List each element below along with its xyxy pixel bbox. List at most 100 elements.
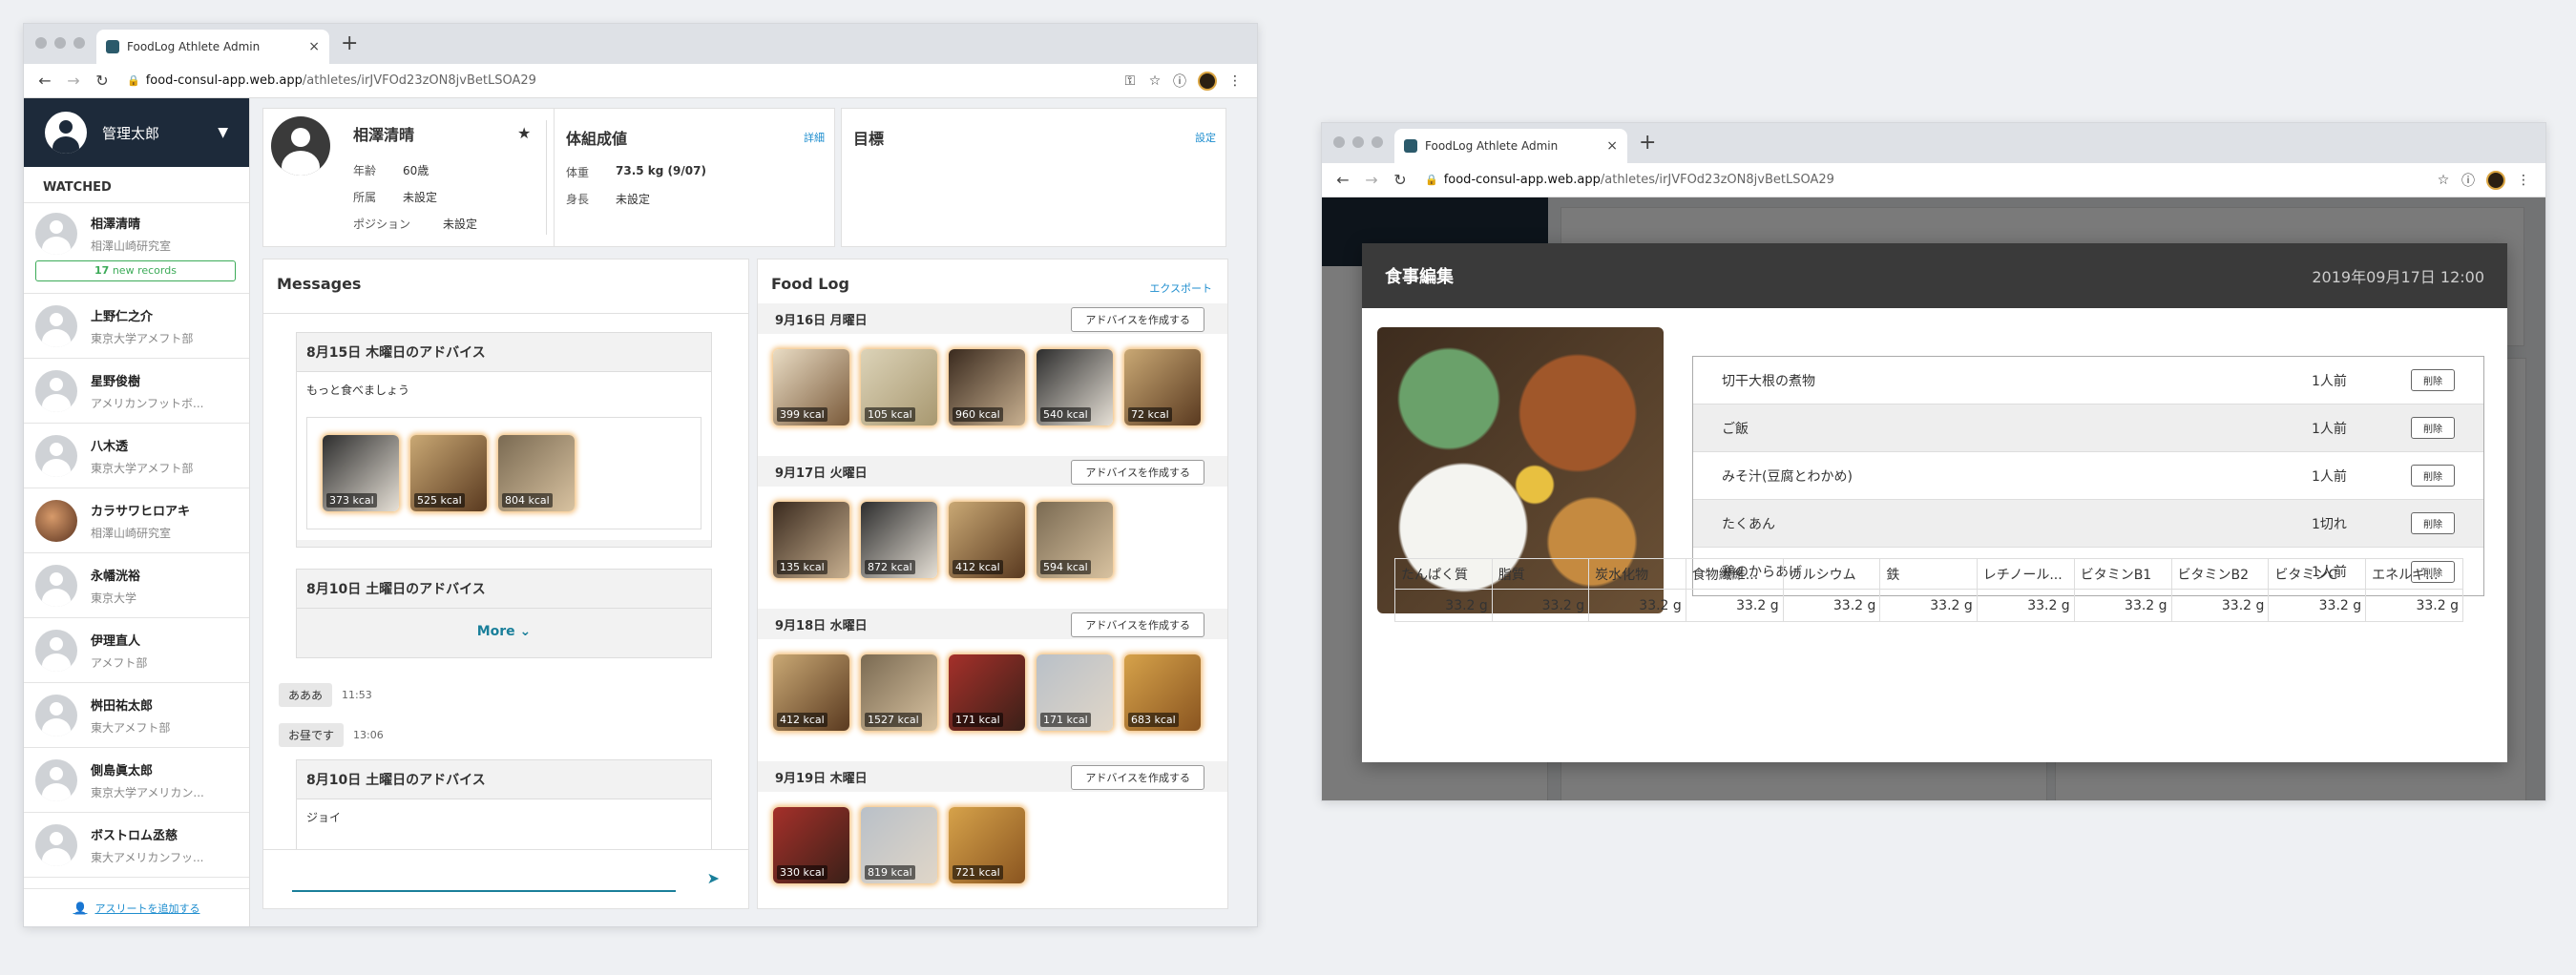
meal-item-qty[interactable]: 1人前 (2312, 419, 2411, 438)
delete-button[interactable]: 削除 (2411, 369, 2455, 391)
modal-header: 食事編集 2019年09月17日 12:00 (1362, 243, 2507, 308)
athlete-list: 相澤清晴 相澤山崎研究室 17 new records 上野仁之介 東京大学アメ… (24, 203, 249, 878)
delete-button[interactable]: 削除 (2411, 512, 2455, 534)
send-icon[interactable]: ➤ (707, 869, 720, 887)
add-athlete-link[interactable]: 👤 アスリートを追加する (24, 888, 249, 926)
browser-tab[interactable]: FoodLog Athlete Admin × (1394, 129, 1627, 163)
tab-title: FoodLog Athlete Admin (127, 40, 261, 53)
browser-tab[interactable]: FoodLog Athlete Admin × (96, 30, 329, 64)
athlete-list-item[interactable]: 伊理直人 アメフト部 (24, 618, 249, 683)
athlete-list-item[interactable]: 側島眞太郎 東京大学アメリカン... (24, 748, 249, 813)
meal-photo-thumb[interactable]: 399 kcal (773, 349, 849, 425)
reload-icon[interactable]: ↻ (1389, 171, 1412, 189)
meal-photo-thumb[interactable]: 412 kcal (773, 654, 849, 731)
delete-button[interactable]: 削除 (2411, 417, 2455, 439)
export-link[interactable]: エクスポート (1149, 280, 1212, 296)
athlete-org: 東京大学アメリカン... (91, 785, 204, 799)
reload-icon[interactable]: ↻ (91, 72, 114, 90)
menu-icon[interactable]: ⋮ (1223, 73, 1247, 89)
back-icon[interactable]: ← (33, 72, 56, 90)
athlete-list-item[interactable]: 永幡洸裕 東京大学 (24, 553, 249, 618)
athlete-list-item[interactable]: 相澤清晴 相澤山崎研究室 17 new records (24, 203, 249, 294)
url-field[interactable]: 🔒 food-consul-app.web.app /athletes/irJV… (1425, 173, 2431, 187)
goal-card: 目標 設定 (841, 108, 1226, 247)
kcal-label: 171 kcal (953, 713, 1003, 727)
nutrition-table: たんぱく質 脂質 炭水化物 食物繊維... カルシウム鉄レチノール... ビタミンB1 ビタ… (1394, 558, 2463, 622)
goal-settings-link[interactable]: 設定 (1195, 130, 1216, 145)
forward-icon[interactable]: → (1360, 171, 1383, 189)
close-tab-icon[interactable]: × (308, 39, 320, 54)
new-tab-button[interactable]: + (1639, 131, 1656, 155)
athlete-name: 桝田祐太郎 (91, 698, 154, 714)
back-icon[interactable]: ← (1331, 171, 1354, 189)
create-advice-button[interactable]: アドバイスを作成する (1071, 612, 1204, 637)
athlete-avatar-icon (35, 694, 77, 736)
nutrient-value: 33.2 g (1685, 589, 1784, 622)
meal-photo-thumb[interactable]: 525 kcal (410, 435, 487, 511)
day-label: 9月19日 木曜日 (775, 771, 868, 786)
star-icon[interactable]: ☆ (1142, 73, 1167, 89)
athlete-name: 上野仁之介 (91, 309, 154, 324)
athlete-list-item[interactable]: 八木透 東京大学アメフト部 (24, 424, 249, 488)
user-menu[interactable]: 管理太郎 ▼ (24, 98, 249, 167)
meal-photo-thumb[interactable]: 72 kcal (1124, 349, 1201, 425)
window-controls[interactable] (35, 37, 85, 49)
meal-photo-thumb[interactable]: 804 kcal (498, 435, 575, 511)
athlete-list-item[interactable]: 桝田祐太郎 東大アメフト部 (24, 683, 249, 748)
new-tab-button[interactable]: + (341, 31, 358, 55)
athlete-list-item[interactable]: カラサワヒロアキ 相澤山崎研究室 (24, 488, 249, 553)
athlete-list-item[interactable]: 上野仁之介 東京大学アメフト部 (24, 294, 249, 359)
meal-photo-thumb[interactable]: 330 kcal (773, 807, 849, 883)
create-advice-button[interactable]: アドバイスを作成する (1071, 765, 1204, 790)
profile-avatar[interactable] (2486, 170, 2505, 190)
info-icon[interactable]: ⓘ (2456, 171, 2481, 190)
key-icon[interactable]: ⚿ (1118, 73, 1142, 89)
meal-photo-thumb[interactable]: 683 kcal (1124, 654, 1201, 731)
meal-photo-thumb[interactable]: 135 kcal (773, 502, 849, 578)
meal-photo-thumb[interactable]: 171 kcal (1037, 654, 1113, 731)
meal-photo-thumb[interactable]: 540 kcal (1037, 349, 1113, 425)
profile-avatar[interactable] (1198, 71, 1217, 91)
star-icon[interactable]: ☆ (2431, 173, 2456, 188)
meal-photo-thumb[interactable]: 1527 kcal (861, 654, 937, 731)
athlete-name: 側島眞太郎 (91, 763, 154, 778)
info-icon[interactable]: ⓘ (1167, 72, 1192, 91)
athlete-name: 相澤清晴 (91, 218, 141, 232)
create-advice-button[interactable]: アドバイスを作成する (1071, 307, 1204, 332)
favorite-star-icon[interactable]: ★ (517, 124, 531, 142)
meal-item-qty[interactable]: 1人前 (2312, 371, 2411, 390)
meal-photo-thumb[interactable]: 373 kcal (323, 435, 399, 511)
meal-photo-thumb[interactable]: 594 kcal (1037, 502, 1113, 578)
new-records-badge[interactable]: 17 new records (35, 260, 236, 281)
meal-photo-thumb[interactable]: 105 kcal (861, 349, 937, 425)
close-tab-icon[interactable]: × (1606, 138, 1618, 154)
caret-down-icon[interactable]: ▼ (218, 125, 228, 140)
athlete-org: 相澤山崎研究室 (91, 526, 172, 540)
meal-photo-thumb[interactable]: 960 kcal (949, 349, 1025, 425)
meal-item-qty[interactable]: 1切れ (2312, 514, 2411, 533)
meal-photo-thumb[interactable]: 412 kcal (949, 502, 1025, 578)
meal-photo-thumb[interactable]: 721 kcal (949, 807, 1025, 883)
athlete-avatar-icon (35, 369, 77, 412)
height-row: 身長 未設定 (566, 193, 651, 206)
athlete-list-item[interactable]: ボストロム丞慈 東大アメリカンフッ... (24, 813, 249, 878)
food-log-day-header: 9月19日 木曜日 アドバイスを作成する (758, 761, 1227, 792)
detail-link[interactable]: 詳細 (804, 130, 825, 145)
message-input[interactable] (292, 865, 676, 892)
nutrient-value: 33.2 g (2170, 589, 2270, 622)
meal-item-name: たくあん (1722, 516, 1775, 532)
food-log-photos: 399 kcal 105 kcal 960 kcal 540 kcal 72 kcal (773, 349, 1201, 425)
athlete-list-item[interactable]: 星野俊樹 アメリカンフットボ... (24, 359, 249, 424)
create-advice-button[interactable]: アドバイスを作成する (1071, 460, 1204, 485)
meal-photo-thumb[interactable]: 872 kcal (861, 502, 937, 578)
url-field[interactable]: 🔒 food-consul-app.web.app /athletes/irJV… (127, 73, 1118, 88)
menu-icon[interactable]: ⋮ (2511, 173, 2536, 188)
org-row: 所属 未設定 (353, 191, 438, 204)
meal-item-qty[interactable]: 1人前 (2312, 467, 2411, 486)
meal-photo-thumb[interactable]: 819 kcal (861, 807, 937, 883)
delete-button[interactable]: 削除 (2411, 465, 2455, 487)
forward-icon[interactable]: → (62, 72, 85, 90)
meal-photo-thumb[interactable]: 171 kcal (949, 654, 1025, 731)
more-button[interactable]: More ⌄ (297, 624, 711, 639)
window-controls[interactable] (1333, 136, 1383, 148)
